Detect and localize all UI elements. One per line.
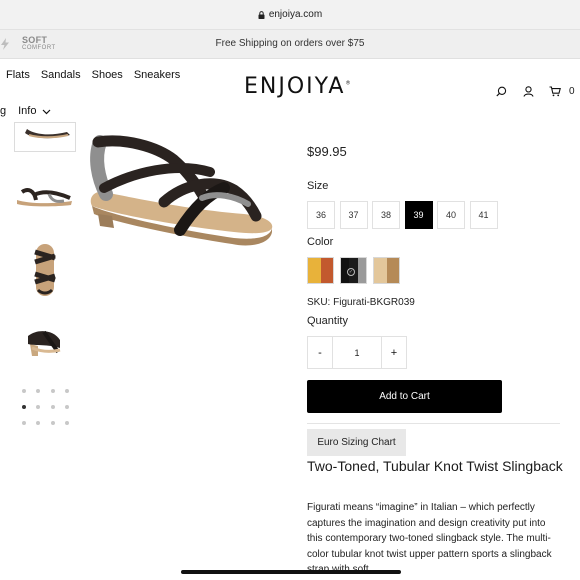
search-icon[interactable] — [496, 86, 507, 97]
cart-icon[interactable] — [549, 86, 561, 97]
thumbnail-2[interactable] — [14, 180, 76, 214]
selected-check-icon: ✓ — [347, 268, 355, 276]
cart-count: 0 — [569, 86, 575, 97]
promo-bar: SOFT COMFORT Free Shipping on orders ove… — [0, 30, 580, 59]
chevron-down-icon[interactable] — [42, 109, 51, 115]
browser-url-bar[interactable]: enjoiya.com — [0, 0, 580, 30]
size-label: Size — [307, 180, 329, 192]
gallery-dot[interactable] — [65, 421, 69, 425]
gallery-dot[interactable] — [51, 389, 55, 393]
nav-item-flats[interactable]: Flats — [6, 69, 30, 81]
lock-icon — [258, 10, 265, 19]
brand-name: ENJOIYA — [244, 74, 346, 99]
header-icons: 0 — [496, 86, 575, 97]
secondary-nav: g Info — [0, 105, 51, 117]
nav-item-sneakers[interactable]: Sneakers — [134, 69, 180, 81]
promo-message[interactable]: Free Shipping on orders over $75 — [0, 38, 580, 49]
gallery-dot[interactable] — [22, 421, 26, 425]
color-swatch-black-grey[interactable]: ✓ — [340, 257, 367, 284]
gallery-dot[interactable] — [51, 421, 55, 425]
gallery-dot[interactable] — [36, 421, 40, 425]
quantity-input[interactable]: 1 — [333, 336, 381, 369]
product-title: Two-Toned, Tubular Knot Twist Slingback — [307, 458, 563, 474]
product-description: Figurati means “imagine” in Italian – wh… — [307, 502, 552, 575]
color-swatch-beige-tan[interactable] — [373, 257, 400, 284]
nav-item-sandals[interactable]: Sandals — [41, 69, 81, 81]
color-swatch-yellow-rust[interactable] — [307, 257, 334, 284]
gallery-dot[interactable] — [36, 389, 40, 393]
quantity-decrease-button[interactable]: - — [307, 336, 333, 369]
size-option-39[interactable]: 39 — [404, 201, 433, 229]
product-price: $99.95 — [307, 144, 347, 159]
product-main-image[interactable] — [84, 128, 284, 254]
add-to-cart-button[interactable]: Add to Cart — [307, 380, 502, 413]
product-sku: SKU: Figurati-BKGR039 — [307, 297, 415, 308]
divider — [307, 423, 560, 424]
brand-logo[interactable]: ENJOIYA® — [244, 74, 350, 99]
user-icon[interactable] — [523, 86, 534, 97]
size-option-38[interactable]: 38 — [372, 201, 400, 229]
nav-item-info[interactable]: Info — [18, 105, 36, 117]
gallery-dot[interactable] — [36, 405, 40, 409]
color-selector: ✓ — [307, 257, 406, 284]
size-selector: 36 37 38 39 40 41 — [307, 201, 502, 229]
size-option-36[interactable]: 36 — [307, 201, 335, 229]
gallery-dot[interactable] — [22, 389, 26, 393]
gallery-dot[interactable] — [65, 389, 69, 393]
size-option-37[interactable]: 37 — [339, 201, 368, 229]
euro-sizing-chart-button[interactable]: Euro Sizing Chart — [307, 429, 406, 456]
thumbnail-4[interactable] — [14, 318, 76, 364]
main-nav: Flats Sandals Shoes Sneakers — [6, 69, 191, 81]
nav-item-shoes[interactable]: Shoes — [92, 69, 123, 81]
brand-mark: ® — [345, 80, 351, 87]
size-option-41[interactable]: 41 — [469, 201, 498, 229]
thumbnail-1[interactable] — [14, 122, 76, 152]
nav-item-partial[interactable]: g — [0, 105, 6, 117]
color-label: Color — [307, 236, 334, 248]
quantity-label: Quantity — [307, 315, 348, 327]
thumbnail-3[interactable] — [14, 238, 76, 300]
home-indicator[interactable] — [181, 570, 401, 574]
gallery-dot[interactable] — [65, 405, 69, 409]
quantity-stepper: - 1 + — [307, 336, 407, 369]
gallery-dot[interactable] — [51, 405, 55, 409]
url-text: enjoiya.com — [268, 9, 323, 20]
gallery-dot-active[interactable] — [22, 405, 26, 409]
quantity-increase-button[interactable]: + — [381, 336, 407, 369]
size-option-40[interactable]: 40 — [437, 201, 465, 229]
